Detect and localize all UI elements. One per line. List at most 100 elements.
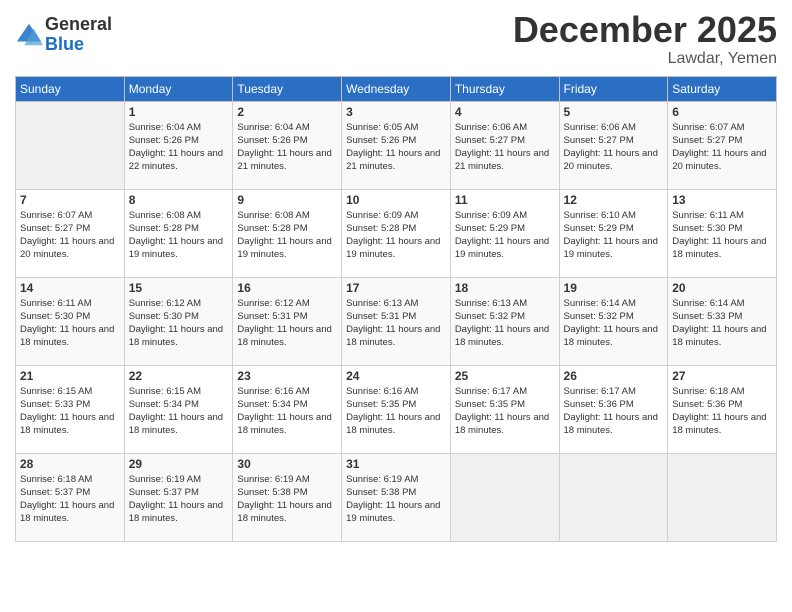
- sunset-text: Sunset: 5:31 PM: [346, 311, 416, 322]
- daylight-text: Daylight: 11 hours and 19 minutes.: [346, 236, 440, 260]
- cell-content: Sunrise: 6:11 AM Sunset: 5:30 PM Dayligh…: [20, 297, 120, 350]
- cell-content: Sunrise: 6:09 AM Sunset: 5:28 PM Dayligh…: [346, 209, 446, 262]
- sunset-text: Sunset: 5:34 PM: [237, 399, 307, 410]
- table-row: 1 Sunrise: 6:04 AM Sunset: 5:26 PM Dayli…: [124, 101, 233, 189]
- calendar-week-2: 14 Sunrise: 6:11 AM Sunset: 5:30 PM Dayl…: [16, 277, 777, 365]
- table-row: 17 Sunrise: 6:13 AM Sunset: 5:31 PM Dayl…: [342, 277, 451, 365]
- sunset-text: Sunset: 5:27 PM: [455, 135, 525, 146]
- sunrise-text: Sunrise: 6:04 AM: [129, 122, 201, 133]
- table-row: 4 Sunrise: 6:06 AM Sunset: 5:27 PM Dayli…: [450, 101, 559, 189]
- day-number: 7: [20, 193, 120, 207]
- sunrise-text: Sunrise: 6:19 AM: [346, 474, 418, 485]
- sunset-text: Sunset: 5:34 PM: [129, 399, 199, 410]
- cell-content: Sunrise: 6:17 AM Sunset: 5:35 PM Dayligh…: [455, 385, 555, 438]
- sunrise-text: Sunrise: 6:09 AM: [455, 210, 527, 221]
- cell-content: Sunrise: 6:14 AM Sunset: 5:32 PM Dayligh…: [564, 297, 664, 350]
- page-container: General Blue December 2025 Lawdar, Yemen…: [0, 0, 792, 612]
- day-number: 1: [129, 105, 229, 119]
- logo-general: General: [45, 15, 112, 35]
- daylight-text: Daylight: 11 hours and 18 minutes.: [237, 500, 331, 524]
- sunset-text: Sunset: 5:36 PM: [564, 399, 634, 410]
- daylight-text: Daylight: 11 hours and 20 minutes.: [564, 148, 658, 172]
- daylight-text: Daylight: 11 hours and 19 minutes.: [237, 236, 331, 260]
- sunrise-text: Sunrise: 6:14 AM: [672, 298, 744, 309]
- day-number: 13: [672, 193, 772, 207]
- sunrise-text: Sunrise: 6:15 AM: [20, 386, 92, 397]
- sunset-text: Sunset: 5:30 PM: [20, 311, 90, 322]
- daylight-text: Daylight: 11 hours and 18 minutes.: [672, 236, 766, 260]
- sunrise-text: Sunrise: 6:14 AM: [564, 298, 636, 309]
- table-row: 10 Sunrise: 6:09 AM Sunset: 5:28 PM Dayl…: [342, 189, 451, 277]
- day-number: 17: [346, 281, 446, 295]
- daylight-text: Daylight: 11 hours and 18 minutes.: [20, 324, 114, 348]
- title-block: December 2025 Lawdar, Yemen: [513, 10, 777, 68]
- table-row: 30 Sunrise: 6:19 AM Sunset: 5:38 PM Dayl…: [233, 453, 342, 541]
- table-row: 22 Sunrise: 6:15 AM Sunset: 5:34 PM Dayl…: [124, 365, 233, 453]
- table-row: 9 Sunrise: 6:08 AM Sunset: 5:28 PM Dayli…: [233, 189, 342, 277]
- cell-content: Sunrise: 6:17 AM Sunset: 5:36 PM Dayligh…: [564, 385, 664, 438]
- daylight-text: Daylight: 11 hours and 18 minutes.: [346, 412, 440, 436]
- sunset-text: Sunset: 5:32 PM: [455, 311, 525, 322]
- table-row: [559, 453, 668, 541]
- table-row: 16 Sunrise: 6:12 AM Sunset: 5:31 PM Dayl…: [233, 277, 342, 365]
- sunrise-text: Sunrise: 6:11 AM: [672, 210, 744, 221]
- sunrise-text: Sunrise: 6:15 AM: [129, 386, 201, 397]
- cell-content: Sunrise: 6:11 AM Sunset: 5:30 PM Dayligh…: [672, 209, 772, 262]
- daylight-text: Daylight: 11 hours and 18 minutes.: [455, 324, 549, 348]
- sunrise-text: Sunrise: 6:06 AM: [564, 122, 636, 133]
- daylight-text: Daylight: 11 hours and 20 minutes.: [20, 236, 114, 260]
- daylight-text: Daylight: 11 hours and 21 minutes.: [237, 148, 331, 172]
- sunrise-text: Sunrise: 6:12 AM: [129, 298, 201, 309]
- sunset-text: Sunset: 5:32 PM: [564, 311, 634, 322]
- cell-content: Sunrise: 6:15 AM Sunset: 5:34 PM Dayligh…: [129, 385, 229, 438]
- table-row: 18 Sunrise: 6:13 AM Sunset: 5:32 PM Dayl…: [450, 277, 559, 365]
- daylight-text: Daylight: 11 hours and 18 minutes.: [129, 412, 223, 436]
- cell-content: Sunrise: 6:18 AM Sunset: 5:37 PM Dayligh…: [20, 473, 120, 526]
- table-row: 14 Sunrise: 6:11 AM Sunset: 5:30 PM Dayl…: [16, 277, 125, 365]
- table-row: 20 Sunrise: 6:14 AM Sunset: 5:33 PM Dayl…: [668, 277, 777, 365]
- daylight-text: Daylight: 11 hours and 18 minutes.: [564, 324, 658, 348]
- daylight-text: Daylight: 11 hours and 18 minutes.: [129, 324, 223, 348]
- cell-content: Sunrise: 6:06 AM Sunset: 5:27 PM Dayligh…: [564, 121, 664, 174]
- daylight-text: Daylight: 11 hours and 21 minutes.: [346, 148, 440, 172]
- sunset-text: Sunset: 5:29 PM: [455, 223, 525, 234]
- day-number: 26: [564, 369, 664, 383]
- daylight-text: Daylight: 11 hours and 18 minutes.: [455, 412, 549, 436]
- cell-content: Sunrise: 6:14 AM Sunset: 5:33 PM Dayligh…: [672, 297, 772, 350]
- day-number: 2: [237, 105, 337, 119]
- cell-content: Sunrise: 6:08 AM Sunset: 5:28 PM Dayligh…: [129, 209, 229, 262]
- daylight-text: Daylight: 11 hours and 18 minutes.: [346, 324, 440, 348]
- sunset-text: Sunset: 5:29 PM: [564, 223, 634, 234]
- sunset-text: Sunset: 5:26 PM: [237, 135, 307, 146]
- table-row: 6 Sunrise: 6:07 AM Sunset: 5:27 PM Dayli…: [668, 101, 777, 189]
- table-row: 25 Sunrise: 6:17 AM Sunset: 5:35 PM Dayl…: [450, 365, 559, 453]
- sunset-text: Sunset: 5:27 PM: [564, 135, 634, 146]
- day-number: 24: [346, 369, 446, 383]
- table-row: 3 Sunrise: 6:05 AM Sunset: 5:26 PM Dayli…: [342, 101, 451, 189]
- daylight-text: Daylight: 11 hours and 18 minutes.: [129, 500, 223, 524]
- cell-content: Sunrise: 6:04 AM Sunset: 5:26 PM Dayligh…: [129, 121, 229, 174]
- col-saturday: Saturday: [668, 76, 777, 101]
- sunrise-text: Sunrise: 6:13 AM: [455, 298, 527, 309]
- sunrise-text: Sunrise: 6:05 AM: [346, 122, 418, 133]
- table-row: 2 Sunrise: 6:04 AM Sunset: 5:26 PM Dayli…: [233, 101, 342, 189]
- daylight-text: Daylight: 11 hours and 18 minutes.: [20, 500, 114, 524]
- sunrise-text: Sunrise: 6:18 AM: [672, 386, 744, 397]
- daylight-text: Daylight: 11 hours and 21 minutes.: [455, 148, 549, 172]
- daylight-text: Daylight: 11 hours and 18 minutes.: [237, 412, 331, 436]
- daylight-text: Daylight: 11 hours and 18 minutes.: [564, 412, 658, 436]
- sunset-text: Sunset: 5:28 PM: [237, 223, 307, 234]
- cell-content: Sunrise: 6:19 AM Sunset: 5:37 PM Dayligh…: [129, 473, 229, 526]
- table-row: 5 Sunrise: 6:06 AM Sunset: 5:27 PM Dayli…: [559, 101, 668, 189]
- cell-content: Sunrise: 6:07 AM Sunset: 5:27 PM Dayligh…: [672, 121, 772, 174]
- table-row: 26 Sunrise: 6:17 AM Sunset: 5:36 PM Dayl…: [559, 365, 668, 453]
- table-row: 8 Sunrise: 6:08 AM Sunset: 5:28 PM Dayli…: [124, 189, 233, 277]
- day-number: 27: [672, 369, 772, 383]
- cell-content: Sunrise: 6:19 AM Sunset: 5:38 PM Dayligh…: [346, 473, 446, 526]
- daylight-text: Daylight: 11 hours and 18 minutes.: [20, 412, 114, 436]
- day-number: 21: [20, 369, 120, 383]
- logo: General Blue: [15, 15, 112, 55]
- sunset-text: Sunset: 5:37 PM: [129, 487, 199, 498]
- day-number: 23: [237, 369, 337, 383]
- cell-content: Sunrise: 6:15 AM Sunset: 5:33 PM Dayligh…: [20, 385, 120, 438]
